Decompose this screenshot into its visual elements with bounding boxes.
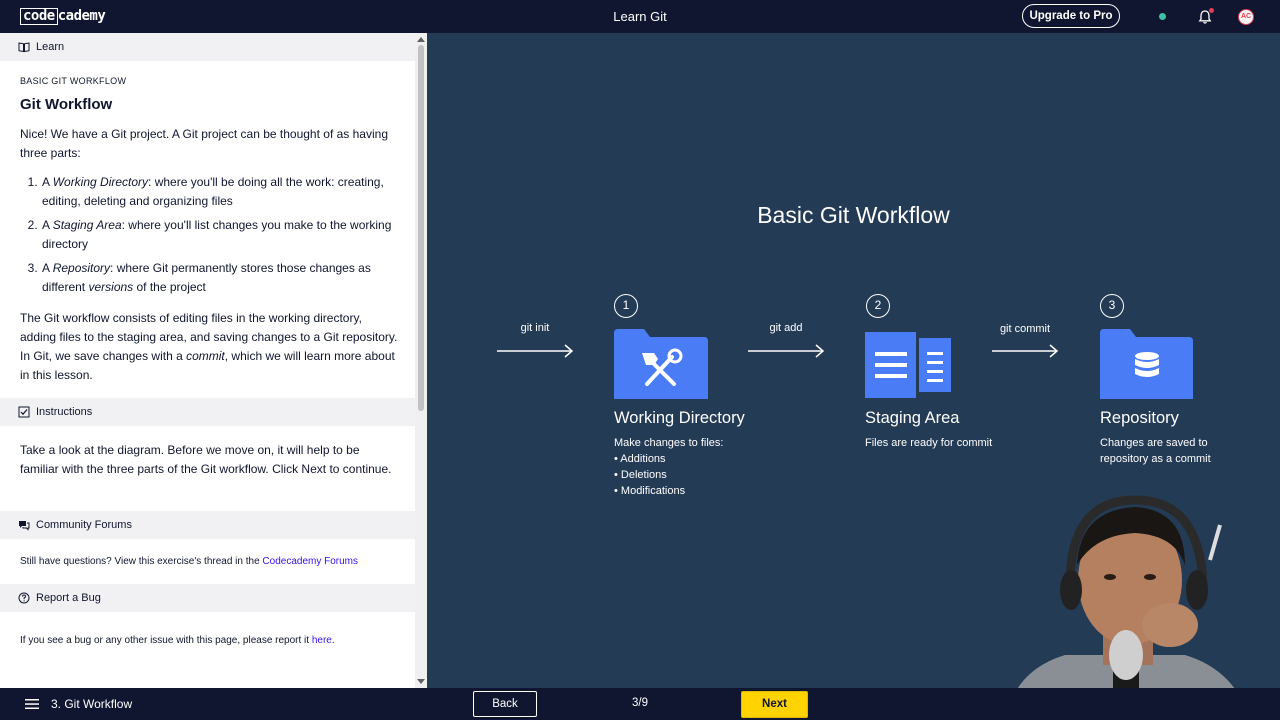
webcam-overlay xyxy=(1005,495,1275,720)
next-button[interactable]: Next xyxy=(741,691,808,718)
lesson-title: Git Workflow xyxy=(20,96,113,113)
documents-icon xyxy=(865,332,951,398)
tools-folder-icon xyxy=(614,329,708,399)
step-number-1: 1 xyxy=(614,294,638,318)
scroll-down-icon[interactable] xyxy=(417,679,425,685)
bug-header-label: Report a Bug xyxy=(36,592,101,604)
upgrade-to-pro-button[interactable]: Upgrade to Pro xyxy=(1022,4,1120,28)
instructions-section-header[interactable]: Instructions xyxy=(0,398,415,426)
notification-badge xyxy=(1209,8,1214,13)
progress-indicator: 3/9 xyxy=(632,697,648,709)
arrow-label-git-add: git add xyxy=(769,322,803,334)
learn-section-header[interactable]: Learn xyxy=(0,33,415,61)
arrow-label-git-init: git init xyxy=(520,322,550,334)
avatar[interactable]: AC xyxy=(1238,9,1254,25)
report-bug-link[interactable]: here xyxy=(312,635,332,646)
list-item: A Working Directory: where you'll be doi… xyxy=(41,173,398,211)
bug-text: If you see a bug or any other issue with… xyxy=(20,635,335,646)
top-bar: code cademy Learn Git Upgrade to Pro AC xyxy=(0,0,1280,33)
step-title-repository: Repository xyxy=(1100,409,1179,427)
arrow-right-icon xyxy=(748,344,825,358)
hamburger-menu-icon[interactable] xyxy=(25,698,39,710)
exercise-name[interactable]: 3. Git Workflow xyxy=(51,697,132,711)
chat-icon xyxy=(19,521,30,531)
status-dot xyxy=(1159,13,1166,20)
checkbox-icon xyxy=(18,406,30,418)
lesson-summary: The Git workflow consists of editing fil… xyxy=(20,311,398,382)
list-item: A Staging Area: where you'll list change… xyxy=(41,216,398,254)
instructions-text: Take a look at the diagram. Before we mo… xyxy=(20,443,392,476)
list-item: A Repository: where Git permanently stor… xyxy=(41,259,398,297)
arrow-right-icon xyxy=(497,344,574,358)
parts-list: A Working Directory: where you'll be doi… xyxy=(20,173,398,302)
back-button[interactable]: Back xyxy=(473,691,537,717)
step-title-working-directory: Working Directory xyxy=(614,409,745,427)
step-number-3: 3 xyxy=(1100,294,1124,318)
learn-header-label: Learn xyxy=(36,41,65,53)
scrollbar-thumb[interactable] xyxy=(418,45,424,411)
lesson-kicker: BASIC GIT WORKFLOW xyxy=(20,76,127,86)
arrow-label-git-commit: git commit xyxy=(999,323,1051,335)
bug-section-header[interactable]: Report a Bug xyxy=(0,584,415,612)
help-icon xyxy=(18,592,30,604)
codecademy-forums-link[interactable]: Codecademy Forums xyxy=(262,556,358,567)
instructions-header-label: Instructions xyxy=(36,406,93,418)
lesson-intro: Nice! We have a Git project. A Git proje… xyxy=(20,127,388,160)
forums-section-header[interactable]: Community Forums xyxy=(0,511,415,539)
scroll-up-icon[interactable] xyxy=(417,36,425,42)
arrow-right-icon xyxy=(992,344,1059,358)
step-desc-working-directory: Make changes to files: • Additions • Del… xyxy=(614,437,724,497)
forums-text: Still have questions? View this exercise… xyxy=(20,556,359,567)
step-title-staging-area: Staging Area xyxy=(865,409,960,427)
step-number-2: 2 xyxy=(866,294,890,318)
lesson-panel: Learn BASIC GIT WORKFLOW Git Workflow Ni… xyxy=(0,33,427,688)
database-folder-icon xyxy=(1100,329,1193,399)
forums-header-label: Community Forums xyxy=(36,519,132,531)
step-desc-staging-area: Files are ready for commit xyxy=(865,437,993,449)
book-icon xyxy=(18,42,30,53)
bottom-bar: 3. Git Workflow Back 3/9 Next xyxy=(0,688,1280,720)
diagram-title: Basic Git Workflow xyxy=(757,202,950,228)
step-desc-repository: Changes are saved to repository as a com… xyxy=(1100,437,1211,465)
